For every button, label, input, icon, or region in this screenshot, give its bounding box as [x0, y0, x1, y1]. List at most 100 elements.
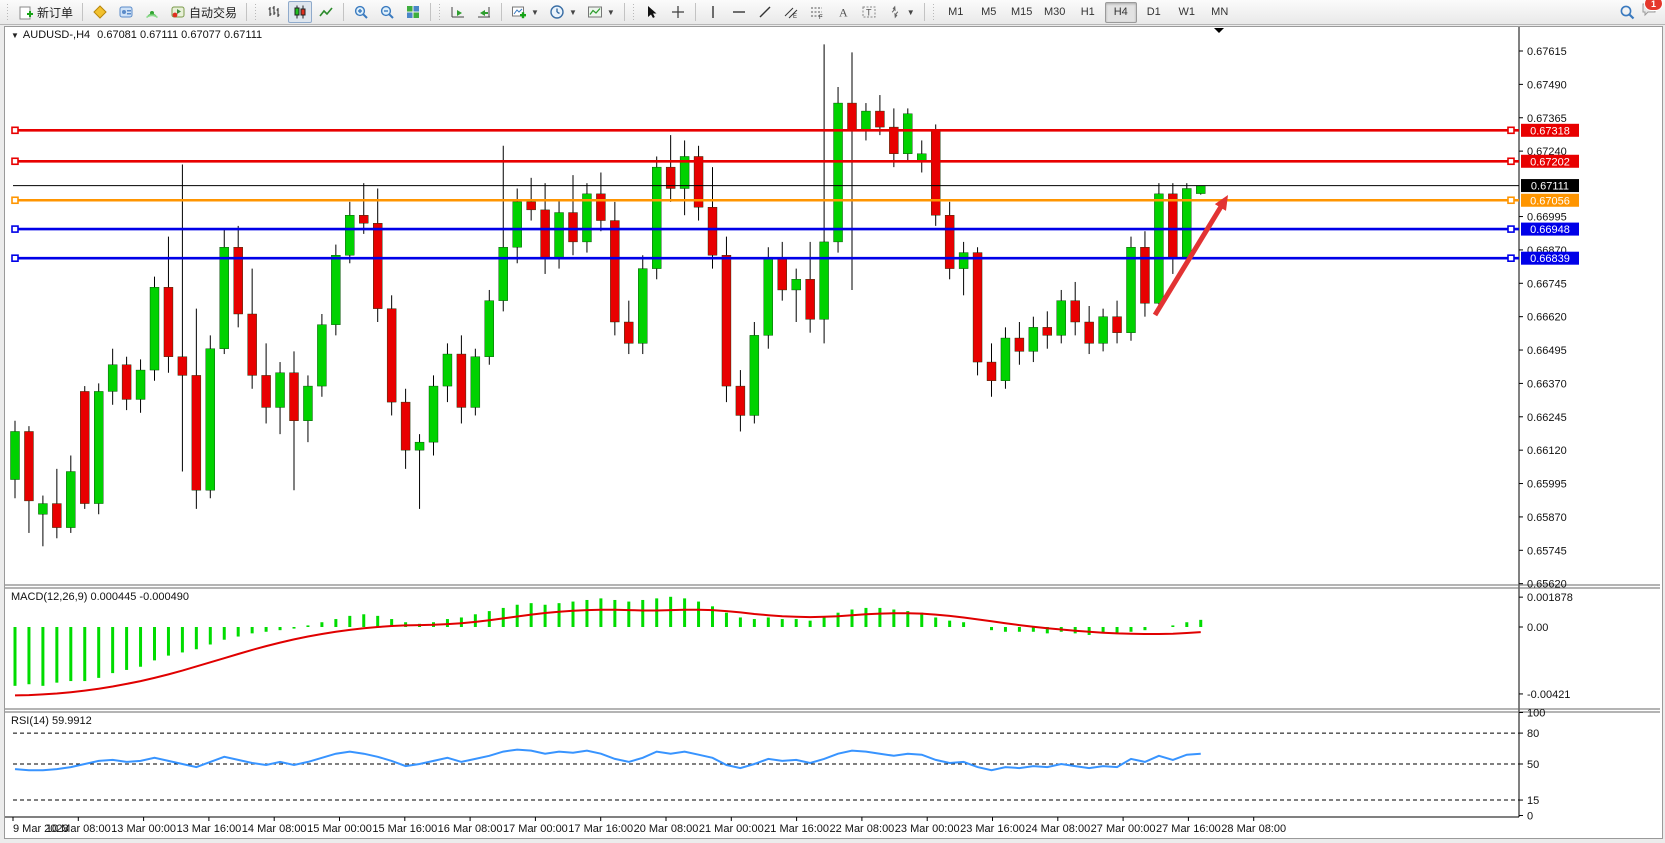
- level-anchor-marker[interactable]: [12, 127, 18, 133]
- signals-button[interactable]: [140, 1, 164, 23]
- autotrading-button[interactable]: 自动交易: [166, 1, 241, 23]
- chart-collapse-icon[interactable]: ▼: [11, 31, 19, 40]
- candle[interactable]: [848, 103, 857, 130]
- vertical-line-tool-button[interactable]: [701, 1, 725, 23]
- level-anchor-marker[interactable]: [12, 197, 18, 203]
- candle[interactable]: [499, 247, 508, 300]
- text-tool-button[interactable]: A: [831, 1, 855, 23]
- candle[interactable]: [945, 215, 954, 268]
- candle[interactable]: [875, 111, 884, 127]
- candle[interactable]: [429, 386, 438, 442]
- indicators-button[interactable]: ▼: [507, 1, 543, 23]
- label-tool-button[interactable]: T: [857, 1, 881, 23]
- tile-windows-button[interactable]: [401, 1, 425, 23]
- candle[interactable]: [1071, 301, 1080, 322]
- timeframe-button-h4[interactable]: H4: [1105, 2, 1137, 23]
- candle[interactable]: [136, 370, 145, 399]
- candle[interactable]: [220, 247, 229, 348]
- candle[interactable]: [1029, 327, 1038, 351]
- bar-chart-mode-button[interactable]: [262, 1, 286, 23]
- fibonacci-tool-button[interactable]: F: [805, 1, 829, 23]
- candle[interactable]: [834, 103, 843, 242]
- candle[interactable]: [24, 431, 33, 500]
- candle[interactable]: [596, 194, 605, 221]
- candle[interactable]: [443, 354, 452, 386]
- new-order-button[interactable]: 新订单: [14, 1, 77, 23]
- trendline-tool-button[interactable]: [753, 1, 777, 23]
- chart-shift-marker[interactable]: [1214, 28, 1224, 33]
- candle[interactable]: [457, 354, 466, 407]
- level-anchor-marker[interactable]: [12, 226, 18, 232]
- candle[interactable]: [764, 258, 773, 335]
- candle[interactable]: [722, 255, 731, 386]
- candle[interactable]: [1168, 194, 1177, 258]
- chat-button[interactable]: 1: [1641, 1, 1657, 23]
- candle[interactable]: [94, 391, 103, 503]
- candle[interactable]: [52, 504, 61, 528]
- candle[interactable]: [1043, 327, 1052, 335]
- candle[interactable]: [290, 373, 299, 421]
- candle[interactable]: [1140, 247, 1149, 303]
- candle[interactable]: [262, 375, 271, 407]
- candle[interactable]: [1099, 317, 1108, 344]
- candle[interactable]: [1113, 317, 1122, 333]
- candle[interactable]: [401, 402, 410, 450]
- level-anchor-marker[interactable]: [1508, 127, 1514, 133]
- candle[interactable]: [820, 242, 829, 319]
- candle[interactable]: [276, 373, 285, 408]
- candle[interactable]: [485, 301, 494, 357]
- candle[interactable]: [610, 221, 619, 322]
- candle[interactable]: [903, 114, 912, 154]
- candle[interactable]: [638, 269, 647, 344]
- candle[interactable]: [527, 202, 536, 210]
- candle[interactable]: [164, 287, 173, 356]
- line-chart-mode-button[interactable]: [314, 1, 338, 23]
- candle[interactable]: [778, 258, 787, 290]
- candle[interactable]: [66, 472, 75, 528]
- candle[interactable]: [1057, 301, 1066, 336]
- candle[interactable]: [373, 223, 382, 308]
- timeframe-button-m30[interactable]: M30: [1039, 2, 1071, 23]
- candle[interactable]: [959, 253, 968, 269]
- auto-scroll-button[interactable]: [446, 1, 470, 23]
- candle[interactable]: [555, 213, 564, 258]
- candle[interactable]: [973, 253, 982, 362]
- candle[interactable]: [108, 365, 117, 392]
- candle[interactable]: [541, 210, 550, 258]
- timeframe-button-h1[interactable]: H1: [1072, 2, 1104, 23]
- timeframe-button-m1[interactable]: M1: [940, 2, 972, 23]
- candle[interactable]: [317, 325, 326, 386]
- periods-button[interactable]: ▼: [545, 1, 581, 23]
- candle[interactable]: [331, 255, 340, 324]
- candle[interactable]: [931, 130, 940, 215]
- cursor-tool-button[interactable]: [640, 1, 664, 23]
- candle[interactable]: [513, 202, 522, 247]
- chart-canvas[interactable]: 0.676150.674900.673650.672400.669950.668…: [5, 27, 1660, 836]
- candle[interactable]: [206, 349, 215, 491]
- candle[interactable]: [736, 386, 745, 415]
- candle[interactable]: [1154, 194, 1163, 303]
- level-anchor-marker[interactable]: [1508, 255, 1514, 261]
- candle[interactable]: [303, 386, 312, 421]
- arrows-tool-button[interactable]: ▼: [883, 1, 919, 23]
- level-anchor-marker[interactable]: [12, 255, 18, 261]
- zoom-in-button[interactable]: [349, 1, 373, 23]
- candle[interactable]: [38, 504, 47, 515]
- chart-shift-button[interactable]: [472, 1, 496, 23]
- templates-button[interactable]: ▼: [583, 1, 619, 23]
- candle[interactable]: [359, 215, 368, 223]
- timeframe-button-m15[interactable]: M15: [1006, 2, 1038, 23]
- candle[interactable]: [792, 279, 801, 290]
- candle[interactable]: [861, 111, 870, 130]
- zoom-out-button[interactable]: [375, 1, 399, 23]
- candle[interactable]: [1127, 247, 1136, 332]
- level-anchor-marker[interactable]: [1508, 158, 1514, 164]
- search-icon[interactable]: [1619, 4, 1635, 20]
- candle[interactable]: [1015, 338, 1024, 351]
- candle[interactable]: [471, 357, 480, 408]
- candle[interactable]: [708, 207, 717, 255]
- candle[interactable]: [806, 279, 815, 319]
- candle[interactable]: [415, 442, 424, 450]
- candle[interactable]: [122, 365, 131, 400]
- timeframe-button-mn[interactable]: MN: [1204, 2, 1236, 23]
